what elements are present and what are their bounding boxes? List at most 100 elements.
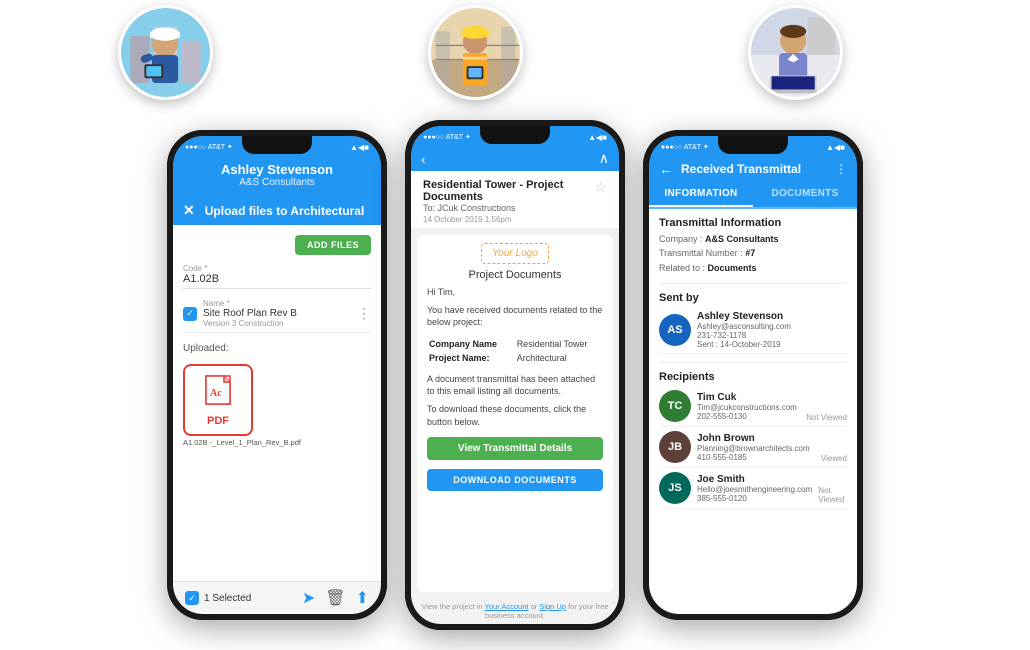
upload-content: ADD FILES Code * A1.02B ✓ Name * Site Ro…	[173, 225, 381, 581]
email-body-line4: To download these documents, click the b…	[427, 403, 603, 428]
pdf-box[interactable]: Ac PDF	[183, 364, 253, 436]
profile-photo-3	[748, 5, 843, 100]
email-subject: Residential Tower - Project Documents	[423, 179, 607, 203]
pdf-label: PDF	[207, 415, 229, 427]
email-greeting: Hi Tim,	[427, 286, 603, 299]
logo-placeholder: Your Logo	[481, 243, 549, 264]
code-value: A1.02B	[183, 273, 371, 285]
project-name-label: Project Name:	[429, 352, 515, 364]
email-date: 14 October 2019 1.56pm	[423, 215, 607, 224]
recipients-section: Recipients TC Tim Cuk Tim@jcukconstructi…	[659, 371, 847, 509]
recipient-1-name: John Brown	[697, 433, 815, 444]
view-transmittal-button[interactable]: View Transmittal Details	[427, 437, 603, 460]
user-name-1: Ashley Stevenson	[181, 162, 373, 177]
your-account-link[interactable]: Your Account	[485, 602, 529, 611]
carrier-3: ●●●○○ AT&T ✦	[661, 143, 709, 151]
tab-information[interactable]: INFORMATION	[649, 182, 753, 207]
icons-1: ▲◀■	[350, 143, 369, 152]
code-label: Code *	[183, 264, 371, 273]
user-company-1: A&S Consultants	[181, 177, 373, 188]
scene: ●●●○○ AT&T ✦ 2:17 ▲◀■ Ashley Stevenson A…	[0, 0, 1030, 650]
delete-icon[interactable]: 🗑	[325, 588, 345, 608]
icons-2: ▲◀■	[588, 133, 607, 142]
recipient-0-phone: 202-555-0130	[697, 412, 800, 421]
svg-text:Ac: Ac	[210, 388, 222, 399]
recipient-2-name: Joe Smith	[697, 474, 812, 485]
header-dots[interactable]: ⋮	[835, 162, 847, 176]
pdf-filename: A1.02B -_Level_1_Plan_Rev_B.pdf	[183, 438, 301, 447]
recipient-2-email: Hello@joesmithengineering.com	[697, 485, 812, 494]
tabs-bar: INFORMATION DOCUMENTS	[649, 182, 857, 209]
recipient-1-email: Planning@brownarchitects.com	[697, 444, 815, 453]
transmittal-body: Transmittal Information Company : A&S Co…	[649, 209, 857, 614]
carrier-1: ●●●○○ AT&T ✦	[185, 143, 233, 151]
more-dots-icon[interactable]: ⋮	[357, 305, 371, 322]
name-label: Name *	[203, 299, 351, 308]
email-content: Your Logo Project Documents Hi Tim, You …	[411, 229, 619, 624]
sender-avatar: AS	[659, 314, 691, 346]
sender-phone: 231-732-1178	[697, 331, 847, 340]
tab-documents[interactable]: DOCUMENTS	[753, 182, 857, 207]
add-files-button[interactable]: ADD FILES	[295, 235, 371, 255]
recipient-0-info: Tim Cuk Tim@jcukconstructions.com 202-55…	[697, 392, 800, 421]
upload-title-bar: ✕ Upload files to Architectural	[173, 196, 381, 225]
phone3-header: ← Received Transmittal ⋮	[649, 156, 857, 182]
download-documents-button[interactable]: DOWNLOAD DOCUMENTS	[427, 469, 603, 491]
send-icon[interactable]: ➤	[302, 588, 315, 608]
phone1-header: Ashley Stevenson A&S Consultants	[173, 156, 381, 196]
checkbox-name[interactable]: ✓	[183, 307, 197, 321]
version-label: Version 3 Construction	[203, 319, 351, 328]
recipient-1-phone: 410-555-0185	[697, 453, 815, 462]
footer-actions: ➤ 🗑 ⬆	[302, 588, 369, 608]
phone2-header: ‹ ∧	[411, 146, 619, 171]
selected-count: 1 Selected	[204, 593, 251, 604]
pdf-icon-container: Ac PDF A1.02B -_Level_1_Plan_Rev_B.pdf	[183, 364, 371, 447]
project-name-value: Architectural	[517, 352, 601, 364]
code-field-row: Code * A1.02B	[183, 261, 371, 289]
phone-notch-2	[480, 126, 550, 144]
email-footer: View the project in Your Account or Sign…	[411, 598, 619, 624]
related-row: Related to : Documents	[659, 261, 847, 275]
email-table: Company Name Residential Tower Project N…	[427, 336, 603, 366]
upload-title: Upload files to Architectural	[205, 204, 365, 218]
email-body-line1: You have received documents related to t…	[427, 304, 603, 329]
company-name-value: Residential Tower	[517, 338, 601, 350]
recipient-2-avatar: JS	[659, 472, 691, 504]
name-value: Site Roof Plan Rev B	[203, 308, 351, 319]
email-subject-bar: ☆ Residential Tower - Project Documents …	[411, 171, 619, 229]
company-info-row: Company : A&S Consultants	[659, 232, 847, 246]
recipient-0-email: Tim@jcukconstructions.com	[697, 403, 800, 412]
phone-1-screen: ●●●○○ AT&T ✦ 2:17 ▲◀■ Ashley Stevenson A…	[173, 136, 381, 614]
phone1-footer: ✓ 1 Selected ➤ 🗑 ⬆	[173, 581, 381, 614]
sent-by-section: Sent by AS Ashley Stevenson Ashley@ascon…	[659, 292, 847, 354]
profile-photo-2	[428, 5, 523, 100]
chevron-up-icon[interactable]: ∧	[599, 150, 609, 167]
phone-3-screen: ●●●○○ AT&T ✦ 2:17 ▲◀■ ← Received Transmi…	[649, 136, 857, 614]
recipient-0-status: Not Viewed	[806, 413, 847, 422]
sender-name: Ashley Stevenson	[697, 311, 847, 322]
email-body: Your Logo Project Documents Hi Tim, You …	[417, 235, 613, 592]
phone-3: ●●●○○ AT&T ✦ 2:17 ▲◀■ ← Received Transmi…	[643, 130, 863, 620]
recipient-row-2: JS Joe Smith Hello@joesmithengineering.c…	[659, 468, 847, 509]
recipient-row-1: JB John Brown Planning@brownarchitects.c…	[659, 427, 847, 468]
phone-notch	[242, 136, 312, 154]
icons-3: ▲◀■	[826, 143, 845, 152]
email-body-line3: A document transmittal has been attached…	[427, 373, 603, 398]
star-icon[interactable]: ☆	[594, 179, 607, 196]
close-icon[interactable]: ✕	[183, 202, 195, 219]
footer-checkbox[interactable]: ✓	[185, 591, 199, 605]
acrobat-icon: Ac	[202, 374, 234, 413]
recipient-1-avatar: JB	[659, 431, 691, 463]
upload-icon[interactable]: ⬆	[356, 588, 369, 608]
back-arrow-2[interactable]: ‹	[421, 151, 426, 167]
phone-2: ●●●○○ AT&T ✦ 2:17 ▲◀■ ‹ ∧ ☆ Residential …	[405, 120, 625, 630]
recipients-title: Recipients	[659, 371, 847, 383]
phone-notch-3	[718, 136, 788, 154]
profile-photo-1	[118, 5, 213, 100]
email-to: To: JCuk Constructions	[423, 203, 607, 213]
sender-info: Ashley Stevenson Ashley@asconsulting.com…	[697, 311, 847, 349]
recipient-1-info: John Brown Planning@brownarchitects.com …	[697, 433, 815, 462]
sign-up-link[interactable]: Sign Up	[539, 602, 566, 611]
phone-1: ●●●○○ AT&T ✦ 2:17 ▲◀■ Ashley Stevenson A…	[167, 130, 387, 620]
back-arrow-3[interactable]: ←	[659, 161, 673, 177]
